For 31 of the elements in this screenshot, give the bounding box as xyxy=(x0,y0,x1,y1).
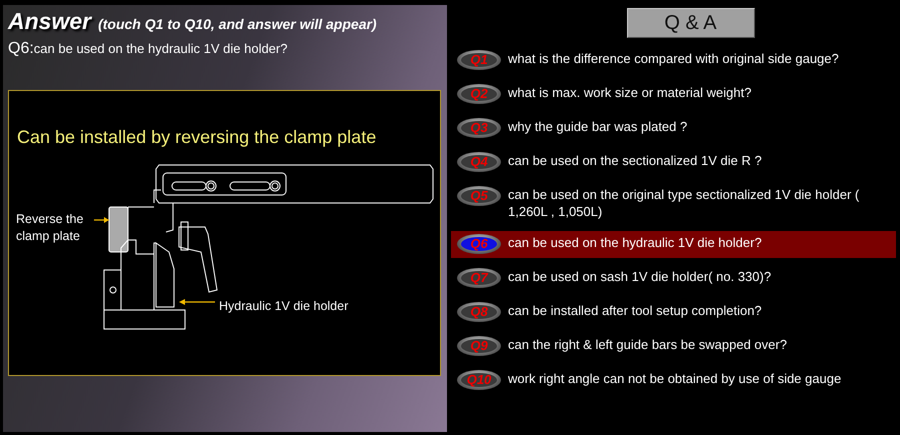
question-item[interactable]: Q8 can be installed after tool setup completion? xyxy=(451,299,896,326)
question-item[interactable]: Q2 what is max. work size or material weight? xyxy=(451,81,896,108)
question-item[interactable]: Q4 can be used on the sectionalized 1V die R ? xyxy=(451,149,896,176)
qa-button[interactable]: Q & A xyxy=(626,8,754,38)
answer-hint: (touch Q1 to Q10, and answer will appear) xyxy=(98,16,377,32)
question-text: can be used on the hydraulic 1V die holder? xyxy=(34,41,288,56)
question-item[interactable]: Q9 can the right & left guide bars be swapped over? xyxy=(451,333,896,360)
question-text[interactable]: what is max. work size or material weight? xyxy=(508,84,752,101)
question-item[interactable]: Q6 can be used on the hydraulic 1V die holder? xyxy=(451,231,896,258)
question-text[interactable]: can be used on the sectionalized 1V die R ? xyxy=(508,152,762,169)
answer-headline: Can be installed by reversing the clamp plate xyxy=(17,127,378,148)
arrow xyxy=(179,299,215,305)
question-text[interactable]: what is the difference compared with original side gauge? xyxy=(508,50,839,67)
question-item[interactable]: Q5 can be used on the original type sectionalized 1V die holder ( 1,260L , 1,050L) xyxy=(451,183,896,224)
question-item[interactable]: Q1 what is the difference compared with original side gauge? xyxy=(451,47,896,74)
arrow xyxy=(94,217,109,223)
answer-title: Answer xyxy=(8,8,92,35)
question-text[interactable]: can the right & left guide bars be swapped over? xyxy=(508,336,787,353)
callout-label: Hydraulic 1V die holder xyxy=(219,299,348,313)
question-text[interactable]: can be used on the hydraulic 1V die holder? xyxy=(508,234,762,251)
question-text[interactable]: can be used on the original type sectionalized 1V die holder ( 1,260L , 1,050L) xyxy=(508,186,892,220)
question-text[interactable]: can be installed after tool setup completion? xyxy=(508,302,762,319)
question-text[interactable]: work right angle can not be obtained by use of side gauge xyxy=(508,370,842,387)
callout-label: Reverse the xyxy=(16,212,84,226)
question-text[interactable]: can be used on sash 1V die holder( no. 330)? xyxy=(508,268,772,285)
question-label: Q6: xyxy=(8,40,34,57)
question-item[interactable]: Q7 can be used on sash 1V die holder( no. 330)? xyxy=(451,265,896,292)
question-text[interactable]: why the guide bar was plated ? xyxy=(508,118,688,135)
question-item[interactable]: Q3 why the guide bar was plated ? xyxy=(451,115,896,142)
callout-label: clamp plate xyxy=(16,229,80,243)
question-item[interactable]: Q10 work right angle can not be obtained by use of side gauge xyxy=(451,367,896,394)
